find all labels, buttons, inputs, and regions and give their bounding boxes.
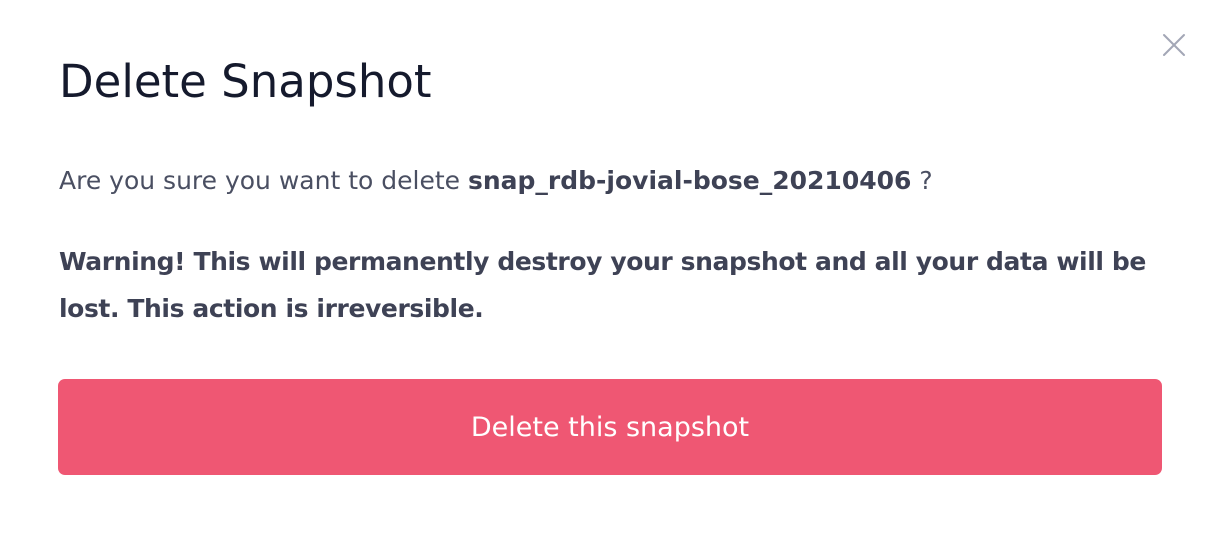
dialog-title: Delete Snapshot: [59, 55, 432, 108]
close-button[interactable]: [1159, 30, 1189, 60]
snapshot-name: snap_rdb-jovial-bose_20210406: [467, 166, 912, 195]
close-icon: [1163, 34, 1185, 56]
question-prefix: Are you sure you want to delete: [59, 166, 468, 195]
question-suffix: ?: [911, 166, 933, 195]
delete-snapshot-dialog: Delete Snapshot Are you sure you want to…: [0, 0, 1218, 533]
delete-snapshot-button[interactable]: Delete this snapshot: [58, 379, 1162, 475]
warning-message: Warning! This will permanently destroy y…: [59, 247, 1146, 323]
confirmation-question: Are you sure you want to delete snap_rdb…: [59, 163, 933, 199]
